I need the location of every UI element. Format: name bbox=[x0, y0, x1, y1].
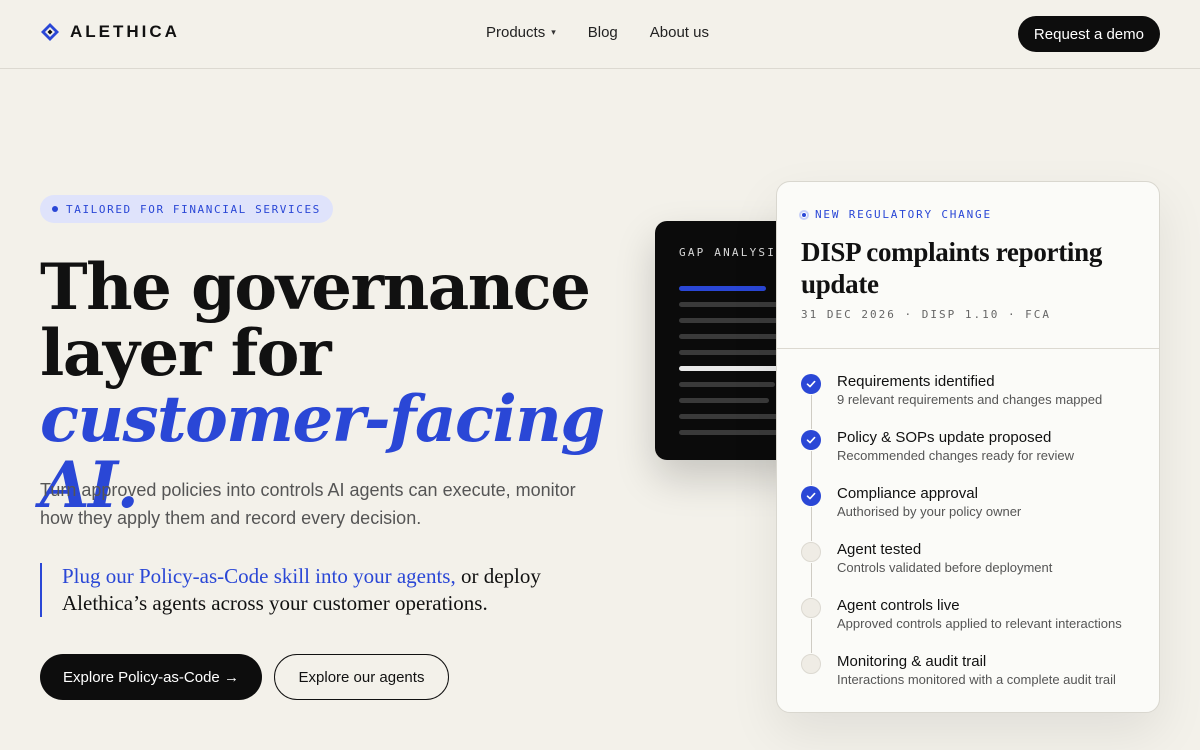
nav-item-about[interactable]: About us bbox=[650, 24, 709, 41]
main-nav: Products ▾ Blog About us bbox=[486, 24, 709, 41]
gap-line-highlight bbox=[679, 286, 766, 291]
regulatory-change-card: NEW REGULATORY CHANGE DISP complaints re… bbox=[776, 181, 1160, 713]
workflow-step: Requirements identified 9 relevant requir… bbox=[801, 373, 1141, 429]
badge-dot-icon bbox=[52, 206, 58, 212]
workflow-step: Agent tested Controls validated before de… bbox=[801, 541, 1141, 597]
nav-item-blog[interactable]: Blog bbox=[588, 24, 618, 41]
step-title: Monitoring & audit trail bbox=[837, 653, 987, 670]
badge-label: TAILORED FOR FINANCIAL SERVICES bbox=[66, 202, 321, 216]
live-dot-icon bbox=[799, 209, 809, 220]
step-description: Authorised by your policy owner bbox=[837, 504, 1022, 519]
check-circle-icon bbox=[801, 374, 821, 394]
step-title: Agent controls live bbox=[837, 597, 960, 614]
step-description: Interactions monitored with a complete a… bbox=[837, 672, 1116, 687]
brand-logo[interactable]: ALETHICA bbox=[40, 22, 180, 42]
step-description: 9 relevant requirements and changes mapp… bbox=[837, 392, 1103, 407]
step-connector bbox=[811, 395, 812, 429]
step-title: Requirements identified bbox=[837, 373, 995, 390]
workflow-step: Agent controls live Approved controls app… bbox=[801, 597, 1141, 653]
step-description: Recommended changes ready for review bbox=[837, 448, 1075, 463]
gap-line bbox=[679, 382, 775, 387]
reg-eyebrow: NEW REGULATORY CHANGE bbox=[799, 208, 992, 221]
workflow-step: Policy & SOPs update proposed Recommended… bbox=[801, 429, 1141, 485]
explore-policy-as-code-button[interactable]: Explore Policy-as-Code → bbox=[40, 654, 262, 700]
industry-badge: TAILORED FOR FINANCIAL SERVICES bbox=[40, 195, 333, 223]
hero-quote: Plug our Policy-as-Code skill into your … bbox=[40, 563, 580, 617]
step-title: Compliance approval bbox=[837, 485, 978, 502]
pending-circle-icon bbox=[801, 598, 821, 618]
step-connector bbox=[811, 451, 812, 485]
nav-item-blog-label: Blog bbox=[587, 24, 618, 41]
headline-line-2: layer for bbox=[40, 316, 332, 391]
reg-eyebrow-label: NEW REGULATORY CHANGE bbox=[815, 208, 992, 221]
gap-line bbox=[679, 398, 769, 403]
nav-item-about-label: About us bbox=[649, 24, 709, 41]
request-demo-button[interactable]: Request a demo bbox=[1017, 16, 1160, 52]
explore-agents-button[interactable]: Explore our agents bbox=[274, 654, 449, 700]
step-title: Agent tested bbox=[837, 541, 922, 558]
nav-item-products[interactable]: Products ▾ bbox=[486, 24, 556, 41]
step-connector bbox=[811, 507, 812, 541]
divider bbox=[777, 348, 1159, 349]
reg-card-title: DISP complaints reporting update bbox=[801, 237, 1103, 299]
pending-circle-icon bbox=[801, 542, 821, 562]
chevron-down-icon: ▾ bbox=[551, 27, 556, 37]
brand-name: ALETHICA bbox=[70, 22, 180, 41]
quote-highlight: Plug our Policy-as-Code skill into your … bbox=[62, 564, 456, 588]
step-connector bbox=[811, 563, 812, 597]
step-title: Policy & SOPs update proposed bbox=[837, 429, 1052, 446]
workflow-step: Compliance approval Authorised by your po… bbox=[801, 485, 1141, 541]
site-header: ALETHICA Products ▾ Blog About us Reques… bbox=[0, 0, 1200, 69]
nav-item-products-label: Products bbox=[486, 24, 546, 41]
hero-lede: Turn approved policies into controls AI … bbox=[40, 480, 576, 528]
reg-card-meta: 31 DEC 2026 · DISP 1.10 · FCA bbox=[801, 308, 1052, 321]
pending-circle-icon bbox=[801, 654, 821, 674]
headline-line-1: The governance bbox=[40, 250, 591, 325]
workflow-steps: Requirements identified 9 relevant requir… bbox=[801, 373, 1141, 709]
step-description: Approved controls applied to relevant in… bbox=[837, 616, 1122, 631]
step-connector bbox=[811, 619, 812, 653]
workflow-step: Monitoring & audit trail Interactions mon… bbox=[801, 653, 1141, 709]
check-circle-icon bbox=[801, 430, 821, 450]
gap-analysis-title: GAP ANALYSIS bbox=[679, 246, 785, 259]
logo-diamond-icon bbox=[41, 23, 59, 41]
check-circle-icon bbox=[801, 486, 821, 506]
step-description: Controls validated before deployment bbox=[837, 560, 1053, 575]
